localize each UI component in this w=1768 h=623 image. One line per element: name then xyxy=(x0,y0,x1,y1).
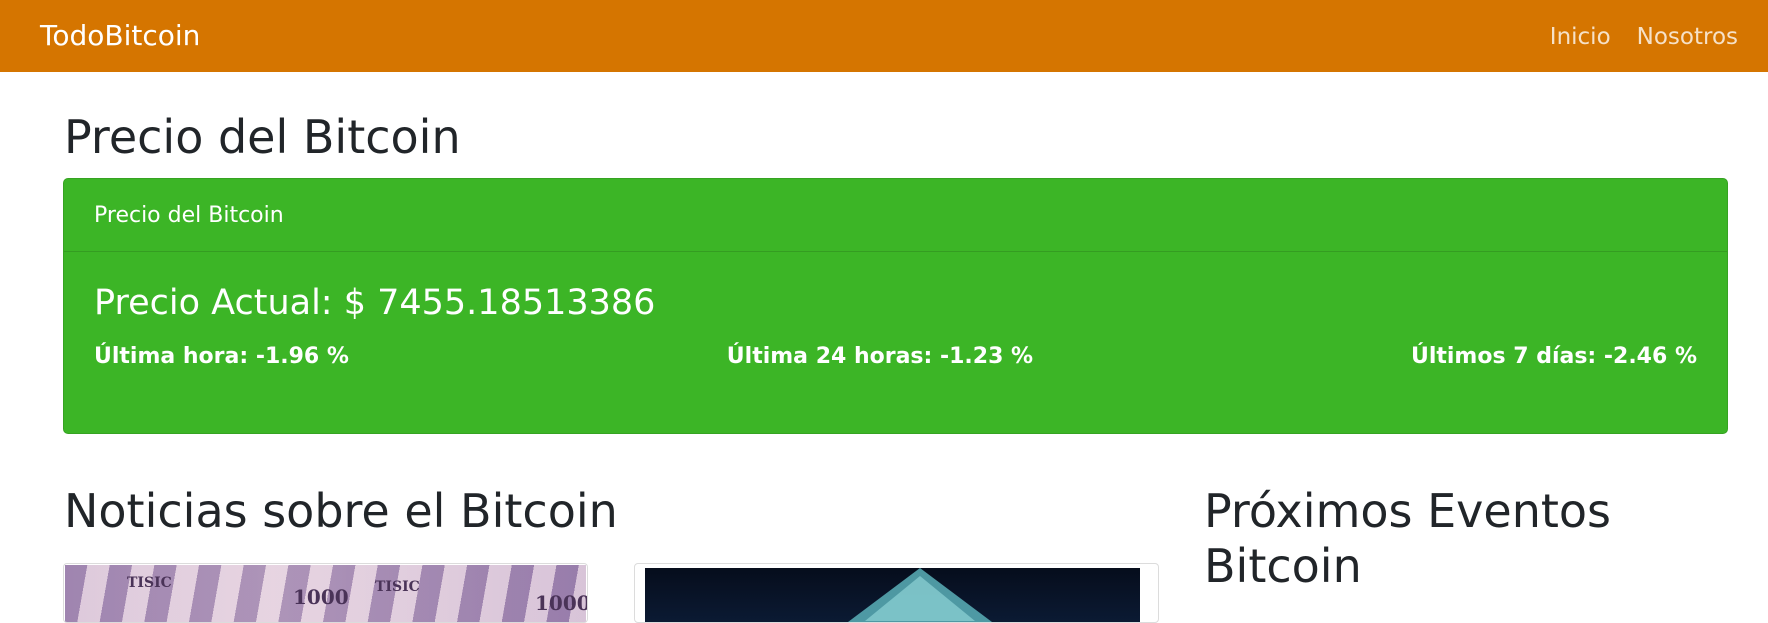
brand-link[interactable]: TodoBitcoin xyxy=(40,22,200,50)
news-card-2[interactable] xyxy=(634,563,1159,623)
price-card-header: Precio del Bitcoin xyxy=(64,179,1727,252)
page-title: Precio del Bitcoin xyxy=(64,110,461,164)
banknote-label: 1000 xyxy=(293,585,349,609)
news-title: Noticias sobre el Bitcoin xyxy=(64,484,618,538)
nav-links: Inicio Nosotros xyxy=(1550,22,1738,50)
events-title: Próximos Eventos Bitcoin xyxy=(1204,484,1611,594)
stat-last-hour: Última hora: -1.96 % xyxy=(94,344,349,369)
banknote-label: TISIC xyxy=(127,575,172,591)
crypto-shape-inner xyxy=(865,576,975,621)
stat-last-7-days: Últimos 7 días: -2.46 % xyxy=(1410,344,1697,369)
price-stats: Última hora: -1.96 % Última 24 horas: -1… xyxy=(94,344,1697,369)
banknotes-image: TISIC 1000 TISIC 1000 xyxy=(65,565,588,622)
stat-last-24-hours: Última 24 horas: -1.23 % xyxy=(726,344,1034,369)
current-price: Precio Actual: $ 7455.18513386 xyxy=(94,283,656,323)
navbar: TodoBitcoin Inicio Nosotros xyxy=(0,0,1768,72)
crypto-image xyxy=(645,568,1140,622)
banknote-label: TISIC xyxy=(375,579,420,595)
nav-link-nosotros[interactable]: Nosotros xyxy=(1637,24,1738,50)
price-card: Precio del Bitcoin Precio Actual: $ 7455… xyxy=(63,178,1728,434)
banknote-label: 1000 xyxy=(535,591,588,615)
nav-link-inicio[interactable]: Inicio xyxy=(1550,24,1611,50)
news-card-1[interactable]: TISIC 1000 TISIC 1000 xyxy=(63,563,588,623)
price-card-body: Precio Actual: $ 7455.18513386 Última ho… xyxy=(64,252,1727,369)
